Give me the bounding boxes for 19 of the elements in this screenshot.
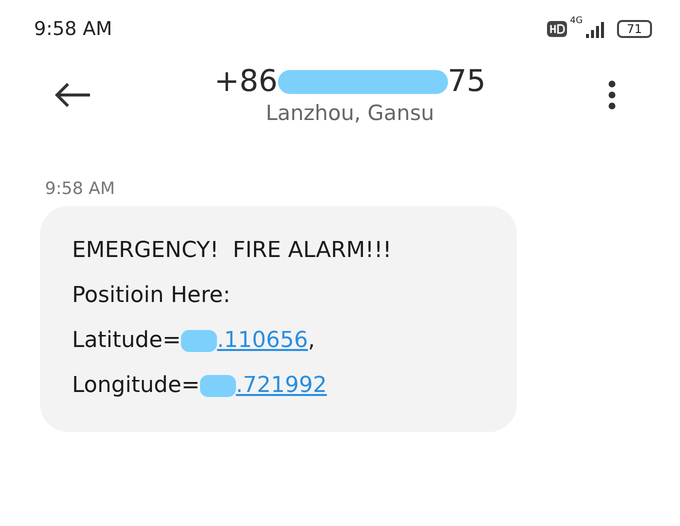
message-text: , [308, 328, 315, 353]
phone-number: 75 [448, 64, 486, 99]
hd-icon [547, 21, 568, 37]
phone-number: +86 [214, 64, 278, 99]
message-text: Longitude= [72, 373, 200, 398]
network-label: 4G [570, 16, 583, 26]
message-text: EMERGENCY! FIRE ALARM!!! [72, 238, 392, 263]
redaction-mark [180, 330, 217, 352]
redaction-mark [200, 374, 236, 397]
back-icon[interactable] [54, 82, 92, 106]
coordinate-link[interactable]: .110656 [180, 328, 308, 353]
more-icon[interactable] [608, 80, 616, 110]
message-time: 9:58 AM [45, 179, 116, 199]
message-text: Positioin Here: [72, 283, 230, 308]
coordinate-link[interactable]: .721992 [200, 373, 327, 398]
contact-location: Lanzhou, Gansu [266, 101, 434, 125]
message-text: Latitude= [72, 328, 181, 353]
status-time: 9:58 AM [34, 18, 112, 40]
battery-indicator: 71 [616, 20, 652, 38]
